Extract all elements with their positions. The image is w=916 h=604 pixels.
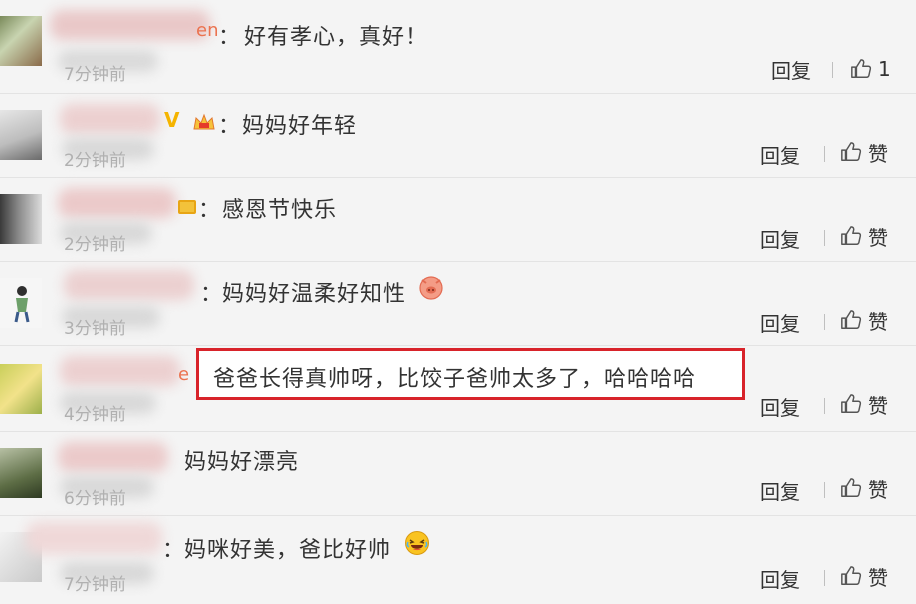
divider [824, 230, 825, 246]
like-label: 赞 [868, 225, 888, 250]
thumbs-up-icon [841, 478, 862, 497]
thumbs-up-icon [851, 59, 872, 78]
reply-button[interactable]: 回复 [760, 564, 800, 593]
comment-time: 4分钟前 [64, 405, 126, 425]
comment-colon: ： [218, 114, 242, 139]
thumbs-up-icon [841, 310, 862, 329]
like-button[interactable]: 赞 [840, 475, 888, 502]
comment-text: 妈妈好漂亮 [184, 450, 300, 475]
reply-button[interactable]: 回复 [771, 55, 811, 84]
comment-time: 7分钟前 [64, 65, 126, 85]
like-label: 赞 [868, 309, 888, 334]
comment-time: 7分钟前 [64, 575, 126, 595]
highlight-box: 爸爸长得真帅呀，比饺子爸帅太多了，哈哈哈哈 [196, 348, 745, 400]
comment-text: 好有孝心，真好！ [244, 25, 429, 50]
comment-text: 爸爸长得真帅呀，比饺子爸帅太多了，哈哈哈哈 [213, 367, 697, 392]
thumbs-up-icon [841, 226, 862, 245]
blurred-username[interactable] [50, 10, 210, 40]
reply-button[interactable]: 回复 [760, 140, 800, 169]
like-button[interactable]: 赞 [840, 307, 888, 334]
medal-badge-icon [178, 200, 196, 214]
reply-button[interactable]: 回复 [760, 476, 800, 505]
comment-colon: ： [200, 282, 224, 307]
like-label: 赞 [868, 565, 888, 590]
like-button[interactable]: 赞 [840, 391, 888, 418]
comment-row: V ： 妈妈好年轻 2分钟前 回复 赞 [0, 94, 916, 178]
avatar[interactable] [0, 364, 42, 414]
avatar[interactable] [0, 278, 42, 328]
comment-time: 2分钟前 [64, 235, 126, 255]
comment-row: ： 感恩节快乐 2分钟前 回复 赞 [0, 178, 916, 262]
like-button[interactable]: 赞 [840, 563, 888, 590]
thumbs-up-icon [841, 566, 862, 585]
like-button[interactable]: 赞 [840, 139, 888, 166]
like-button[interactable]: 赞 [840, 223, 888, 250]
blurred-username[interactable] [60, 104, 160, 134]
like-label: 赞 [868, 141, 888, 166]
pig-emoji-icon [419, 276, 443, 300]
divider [824, 570, 825, 586]
laugh-emoji-icon [405, 531, 429, 555]
comment-text: 妈妈好温柔好知性 [222, 282, 407, 307]
avatar[interactable] [0, 448, 42, 498]
blurred-username[interactable] [64, 270, 194, 300]
comment-row: en ： 好有孝心，真好！ 7分钟前 回复 1 [0, 0, 916, 94]
comment-colon: ： [162, 538, 186, 563]
comment-colon: ： [198, 198, 222, 223]
comment-time: 6分钟前 [64, 489, 126, 509]
avatar[interactable] [0, 194, 42, 244]
reply-button[interactable]: 回复 [760, 308, 800, 337]
divider [832, 62, 833, 78]
like-button[interactable]: 1 [850, 56, 891, 82]
comment-time: 3分钟前 [64, 319, 126, 339]
thumbs-up-icon [841, 394, 862, 413]
vip-v-icon: V [164, 108, 180, 132]
like-label: 赞 [868, 477, 888, 502]
blurred-username[interactable] [58, 442, 168, 472]
reply-button[interactable]: 回复 [760, 392, 800, 421]
avatar[interactable] [0, 16, 42, 66]
figure-illustration [14, 286, 30, 323]
comment-time: 2分钟前 [64, 151, 126, 171]
divider [824, 146, 825, 162]
thumbs-up-icon [841, 142, 862, 161]
divider [824, 398, 825, 414]
username-suffix[interactable]: e [178, 364, 189, 385]
comment-row: ： 妈咪好美，爸比好帅 7分钟前 回复 赞 [0, 516, 916, 604]
like-count: 1 [878, 57, 891, 81]
comment-list: en ： 好有孝心，真好！ 7分钟前 回复 1 V ： 妈妈好年轻 2分钟前 回… [0, 0, 916, 604]
divider [824, 314, 825, 330]
username-suffix[interactable]: en [196, 20, 218, 41]
comment-text: 感恩节快乐 [222, 198, 338, 223]
crown-badge-icon [193, 113, 215, 130]
comment-row: 妈妈好漂亮 6分钟前 回复 赞 [0, 432, 916, 516]
blurred-username[interactable] [60, 356, 180, 386]
comment-colon: ： [218, 25, 242, 50]
like-label: 赞 [868, 393, 888, 418]
comment-row: ： 妈妈好温柔好知性 3分钟前 回复 赞 [0, 262, 916, 346]
blurred-username[interactable] [26, 522, 162, 554]
blurred-username[interactable] [58, 188, 176, 218]
comment-text: 妈咪好美，爸比好帅 [184, 538, 392, 563]
divider [824, 482, 825, 498]
comment-text: 妈妈好年轻 [242, 114, 358, 139]
reply-button[interactable]: 回复 [760, 224, 800, 253]
avatar[interactable] [0, 110, 42, 160]
